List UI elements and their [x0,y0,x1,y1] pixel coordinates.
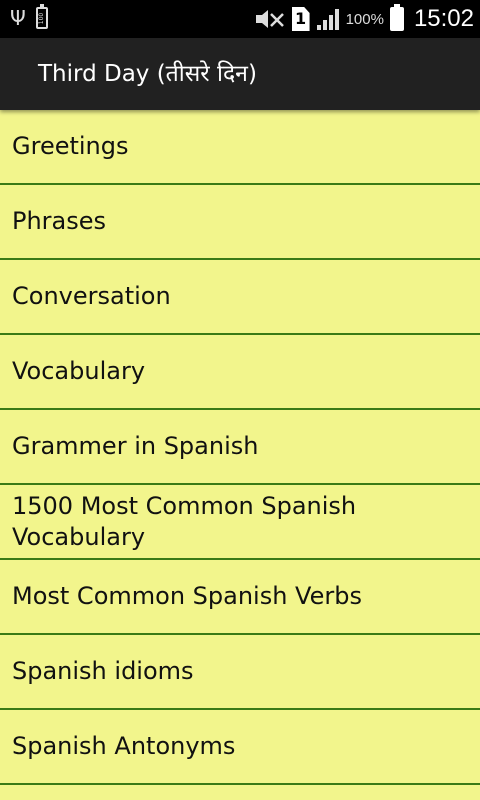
battery-icon [389,4,404,31]
menu-item-greetings[interactable]: Greetings [0,110,480,185]
menu-item-label: Most Common Spanish Verbs [12,582,362,610]
menu-item-conversation[interactable]: Conversation [0,260,480,335]
status-bar: Ψ 100 1 100% 15:02 [0,0,480,38]
menu-item-common-vocabulary[interactable]: 1500 Most Common Spanish Vocabulary [0,485,480,560]
battery-icon: 100 [35,4,48,29]
menu-item-label: Greetings [12,132,129,160]
battery-percent: 100% [345,10,384,28]
mute-icon [255,10,284,28]
menu-item-vocabulary[interactable]: Vocabulary [0,335,480,410]
menu-item-idioms[interactable]: Spanish idioms [0,635,480,710]
menu-item-label: 1500 Most Common Spanish Vocabulary [12,491,357,551]
menu-item-label: Spanish Antonyms [12,732,236,760]
battery-small-label: 100 [37,12,45,25]
menu-item-common-verbs[interactable]: Most Common Spanish Verbs [0,560,480,635]
page-title: Third Day (तीसरे दिन) [38,61,257,87]
menu-item-label: Conversation [12,282,171,310]
menu-item-label: Phrases [12,207,107,235]
usb-icon: Ψ [10,6,26,30]
signal-icon [316,9,339,30]
menu-list: Greetings Phrases Conversation Vocabular… [0,110,480,785]
menu-item-phrases[interactable]: Phrases [0,185,480,260]
menu-item-grammar[interactable]: Grammer in Spanish [0,410,480,485]
sim-icon: 1 [291,7,310,31]
menu-item-label: Spanish idioms [12,657,194,685]
status-bar-notifications: Ψ 100 [10,4,48,30]
action-bar: Third Day (तीसरे दिन) [0,38,480,110]
status-bar-system: 1 100% 15:02 [254,0,474,38]
menu-item-antonyms[interactable]: Spanish Antonyms [0,710,480,785]
menu-item-label: Vocabulary [12,357,146,385]
menu-item-label: Grammer in Spanish [12,432,259,460]
clock: 15:02 [413,5,474,32]
